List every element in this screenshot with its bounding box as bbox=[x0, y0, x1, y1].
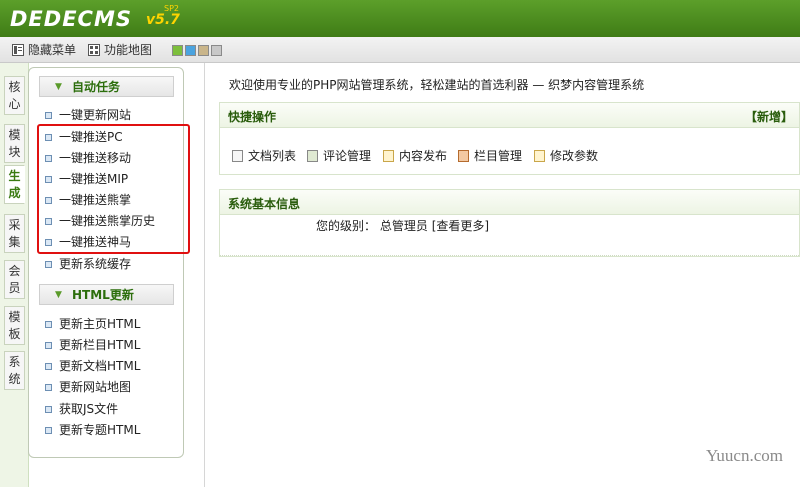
chevron-down-icon: ▼ bbox=[55, 82, 62, 92]
menu-item[interactable]: 更新专题HTML bbox=[45, 421, 140, 439]
bullet-icon bbox=[45, 427, 52, 434]
watermark: Yuucn.com bbox=[706, 446, 783, 465]
quick-link-settings[interactable]: 修改参数 bbox=[534, 148, 598, 164]
menu-section-auto-tasks[interactable]: ▼ 自动任务 bbox=[39, 76, 174, 97]
skin-blue-swatch[interactable] bbox=[185, 45, 196, 56]
quick-link-publish[interactable]: 内容发布 bbox=[383, 148, 447, 164]
tab-system[interactable]: 系统 bbox=[4, 351, 25, 390]
panel-header: 系统基本信息 bbox=[220, 190, 799, 215]
top-toolbar: 隐藏菜单 功能地图 bbox=[0, 37, 800, 63]
tab-template[interactable]: 模板 bbox=[4, 306, 25, 345]
level-label: 您的级别： bbox=[316, 219, 377, 233]
see-more-link[interactable]: [查看更多] bbox=[432, 219, 489, 233]
bullet-icon bbox=[45, 384, 52, 391]
bullet-icon bbox=[45, 321, 52, 328]
quick-link-comments[interactable]: 评论管理 bbox=[307, 148, 371, 164]
divider bbox=[204, 63, 205, 487]
menu-item[interactable]: 更新主页HTML bbox=[45, 315, 140, 333]
version-label: v5.7 bbox=[146, 12, 180, 28]
left-tab-bar: 核心 模块 生成 采集 会员 模板 系统 bbox=[0, 63, 29, 487]
user-level-row: 您的级别： 总管理员 [查看更多] bbox=[316, 217, 489, 234]
chevron-down-icon: ▼ bbox=[55, 290, 62, 300]
bullet-icon bbox=[45, 261, 52, 268]
quick-link-columns[interactable]: 栏目管理 bbox=[458, 148, 522, 164]
top-header: DEDECMS v5.7 SP2 bbox=[0, 0, 800, 37]
dedecms-logo: DEDECMS bbox=[10, 7, 132, 31]
tab-collect[interactable]: 采集 bbox=[4, 214, 25, 253]
divider bbox=[220, 255, 799, 256]
tab-generate[interactable]: 生成 bbox=[4, 165, 25, 204]
bullet-icon bbox=[45, 342, 52, 349]
menu-item[interactable]: 获取JS文件 bbox=[45, 400, 118, 418]
quick-link-doc-list[interactable]: 文档列表 bbox=[232, 148, 296, 164]
tab-core[interactable]: 核心 bbox=[4, 76, 25, 115]
bullet-icon bbox=[45, 406, 52, 413]
add-new-link[interactable]: 【新增】 bbox=[745, 108, 793, 125]
level-value: 总管理员 bbox=[379, 219, 428, 233]
quick-actions-panel: 快捷操作 【新增】 文档列表 评论管理 内容发布 栏目管理 修改参数 bbox=[219, 102, 800, 175]
system-info-panel: 系统基本信息 您的级别： 总管理员 [查看更多] bbox=[219, 189, 800, 257]
edit-icon bbox=[383, 150, 394, 162]
menu-item[interactable]: 更新文档HTML bbox=[45, 357, 140, 375]
comment-icon bbox=[307, 150, 318, 162]
site-map-button[interactable]: 功能地图 bbox=[88, 42, 152, 58]
skin-green-swatch[interactable] bbox=[172, 45, 183, 56]
highlight-box bbox=[37, 124, 190, 254]
menu-item[interactable]: 一键更新网站 bbox=[45, 106, 131, 124]
menu-section-html-update[interactable]: ▼ HTML更新 bbox=[39, 284, 174, 305]
panel-title: 系统基本信息 bbox=[228, 197, 301, 211]
panel-title: 快捷操作 bbox=[228, 110, 277, 124]
panel-header: 快捷操作 【新增】 bbox=[220, 103, 799, 128]
build-label: SP2 bbox=[164, 4, 179, 13]
hide-menu-label: 隐藏菜单 bbox=[28, 43, 77, 57]
columns-icon bbox=[458, 150, 469, 162]
hide-menu-button[interactable]: 隐藏菜单 bbox=[12, 42, 76, 58]
menu-item[interactable]: 更新系统缓存 bbox=[45, 255, 131, 273]
tab-module[interactable]: 模块 bbox=[4, 124, 25, 163]
site-map-icon bbox=[88, 44, 100, 56]
site-map-label: 功能地图 bbox=[104, 43, 153, 57]
edit-icon bbox=[534, 150, 545, 162]
bullet-icon bbox=[45, 363, 52, 370]
welcome-text: 欢迎使用专业的PHP网站管理系统，轻松建站的首选利器 — 织梦内容管理系统 bbox=[229, 78, 645, 92]
menu-item[interactable]: 更新栏目HTML bbox=[45, 336, 140, 354]
hide-menu-icon bbox=[12, 44, 24, 56]
document-icon bbox=[232, 150, 243, 162]
menu-item[interactable]: 更新网站地图 bbox=[45, 378, 131, 396]
skin-tan-swatch[interactable] bbox=[198, 45, 209, 56]
bullet-icon bbox=[45, 112, 52, 119]
skin-gray-swatch[interactable] bbox=[211, 45, 222, 56]
tab-member[interactable]: 会员 bbox=[4, 260, 25, 299]
